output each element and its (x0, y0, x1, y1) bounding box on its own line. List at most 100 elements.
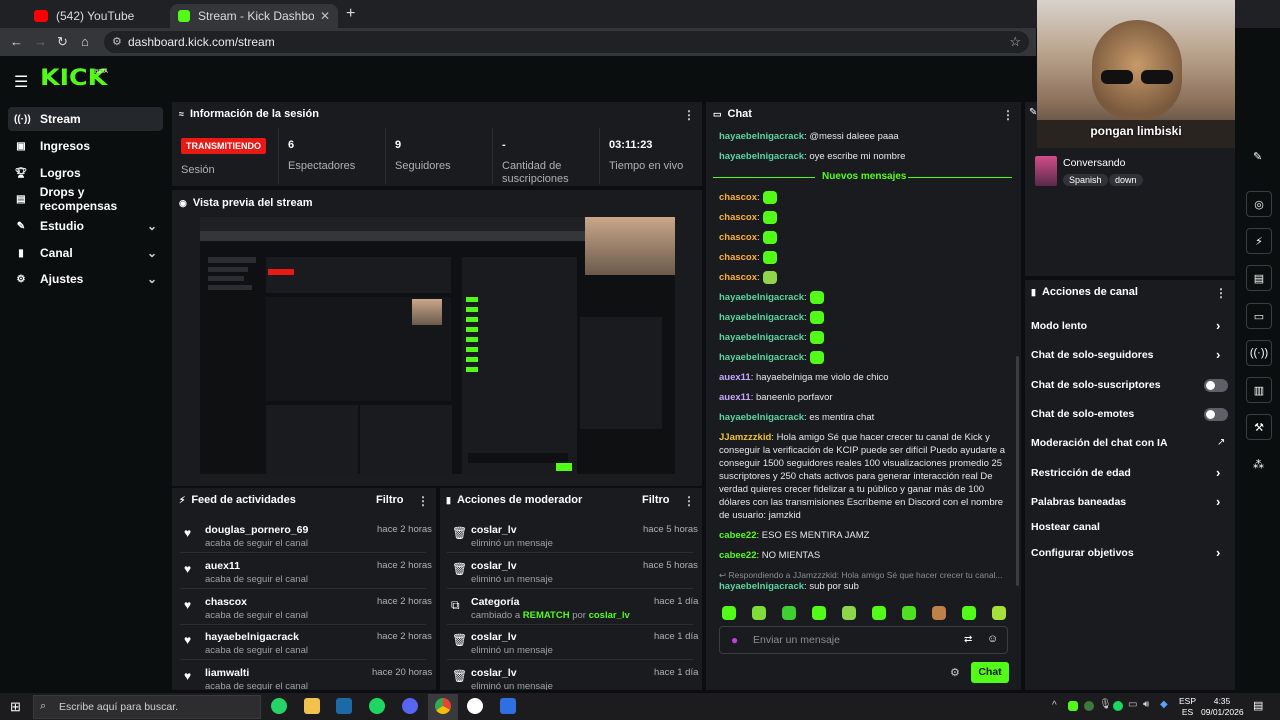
emotes-only-toggle[interactable] (1204, 408, 1228, 421)
chevron-right-icon[interactable]: › (1216, 494, 1220, 509)
emote-icon[interactable] (722, 606, 736, 620)
ai-moderation-option[interactable]: Moderación del chat con IA (1031, 437, 1231, 449)
bookmark-star-icon[interactable]: ☆ (1009, 34, 1021, 50)
broadcast-icon[interactable]: ((·)) (1246, 340, 1272, 366)
discord-icon[interactable] (402, 698, 418, 714)
chat-username[interactable]: chascox (719, 192, 757, 203)
chat-username[interactable]: hayaebelnigacrack (719, 292, 804, 303)
chat-username[interactable]: hayaebelnigacrack (719, 151, 804, 162)
emote-icon[interactable] (962, 606, 976, 620)
activity-user[interactable]: chascox (205, 596, 247, 608)
tray-app-icon[interactable]: ◆ (1160, 699, 1168, 710)
tray-app-icon[interactable] (1068, 701, 1078, 711)
chat-username[interactable]: cabee22 (719, 530, 757, 541)
url-input[interactable]: ⚙ dashboard.kick.com/stream ☆ (104, 31, 1029, 53)
microphone-icon[interactable]: 🎙︎ (1099, 699, 1112, 710)
layout-icon[interactable]: ▥ (1246, 377, 1272, 403)
emote-icon[interactable] (872, 606, 886, 620)
reload-icon[interactable]: ↻ (57, 34, 68, 50)
slow-mode-option[interactable]: Modo lento (1031, 320, 1231, 332)
sidebar-item-logros[interactable]: 🏆︎ Logros (8, 161, 163, 185)
menu-icon[interactable]: ☰ (14, 72, 28, 92)
spotify-tray-icon[interactable] (1113, 701, 1123, 711)
mod-filter-button[interactable]: Filtro (642, 494, 670, 506)
chat-settings-icon[interactable]: ⚙ (950, 666, 960, 679)
chat-username[interactable]: auex11 (719, 392, 751, 403)
chat-username[interactable]: hayaebelnigacrack (719, 332, 804, 343)
mod-user-link[interactable]: coslar_lv (589, 610, 630, 621)
bolt-icon[interactable]: ⚡︎ (1246, 228, 1272, 254)
wrench-icon[interactable]: ⚒ (1246, 414, 1272, 440)
chat-bubble-icon[interactable]: ▭ (1246, 303, 1272, 329)
forward-icon[interactable]: → (34, 34, 47, 49)
tab-kick-dashboard[interactable]: Stream - Kick Dashboard ✕ (170, 4, 338, 28)
chat-username[interactable]: hayaebelnigacrack (719, 352, 804, 363)
more-options-icon[interactable]: ⋮ (683, 494, 695, 508)
show-hidden-icons-icon[interactable]: ^ (1052, 700, 1057, 711)
activity-filter-button[interactable]: Filtro (376, 494, 404, 506)
chat-username[interactable]: chascox (719, 232, 757, 243)
chrome-icon[interactable] (435, 698, 451, 714)
more-options-icon[interactable]: ⋮ (1215, 286, 1227, 300)
emote-icon[interactable] (752, 606, 766, 620)
whatsapp-icon[interactable] (271, 698, 287, 714)
external-link-icon[interactable]: ↗ (1217, 437, 1225, 448)
chat-username[interactable]: chascox (719, 272, 757, 283)
home-icon[interactable]: ⌂ (81, 34, 89, 49)
tag-chip[interactable]: Spanish (1063, 174, 1108, 186)
more-options-icon[interactable]: ⋮ (417, 494, 429, 508)
sidebar-item-ajustes[interactable]: ⚙ Ajustes ⌄ (8, 267, 163, 291)
new-tab-icon[interactable]: + (346, 5, 355, 23)
mod-user[interactable]: coslar_lv (471, 524, 517, 536)
chevron-right-icon[interactable]: › (1216, 318, 1220, 333)
close-icon[interactable]: ✕ (320, 9, 330, 23)
network-icon[interactable]: ▭ (1128, 699, 1137, 710)
chat-username[interactable]: hayaebelnigacrack (719, 412, 804, 423)
chevron-right-icon[interactable]: › (1216, 545, 1220, 560)
chat-username[interactable]: hayaebelnigacrack (719, 312, 804, 323)
tab-youtube[interactable]: (542) YouTube ✕ (26, 4, 194, 28)
clipboard-icon[interactable]: ▤ (1246, 265, 1272, 291)
configure-goals-option[interactable]: Configurar objetivos (1031, 547, 1231, 559)
more-options-icon[interactable]: ⋮ (1002, 108, 1014, 122)
chat-username[interactable]: cabee22 (719, 550, 757, 561)
obs-icon[interactable] (467, 698, 483, 714)
emote-icon[interactable] (992, 606, 1006, 620)
more-options-icon[interactable]: ⋮ (683, 108, 695, 122)
spotify-icon[interactable] (369, 698, 385, 714)
emote-icon[interactable] (782, 606, 796, 620)
microphone-icon[interactable]: ● (731, 633, 738, 647)
clock[interactable]: 4:35 09/01/2026 (1201, 696, 1244, 718)
send-chat-button[interactable]: Chat (971, 662, 1009, 683)
chat-username[interactable]: chascox (719, 212, 757, 223)
category-thumbnail[interactable] (1035, 156, 1057, 186)
steam-icon[interactable] (336, 698, 352, 714)
emote-icon[interactable] (812, 606, 826, 620)
mod-user[interactable]: coslar_lv (471, 560, 517, 572)
notifications-icon[interactable]: ▤ (1253, 699, 1263, 712)
volume-icon[interactable]: 🔊︎ (1143, 699, 1149, 710)
subscribers-only-toggle[interactable] (1204, 379, 1228, 392)
mod-user[interactable]: coslar_lv (471, 631, 517, 643)
camera-icon[interactable]: ◎ (1246, 191, 1272, 217)
emote-icon[interactable] (842, 606, 856, 620)
app-icon[interactable] (500, 698, 516, 714)
tag-chip[interactable]: down (1109, 174, 1143, 186)
followers-only-option[interactable]: Chat de solo-seguidores (1031, 349, 1231, 361)
category-name[interactable]: REMATCH (523, 610, 570, 621)
emoji-icon[interactable]: ☺ (987, 633, 998, 645)
chat-username[interactable]: hayaebelnigacrack (719, 581, 804, 592)
activity-user[interactable]: liamwalti (205, 667, 249, 679)
file-explorer-icon[interactable] (304, 698, 320, 714)
chat-username[interactable]: auex11 (719, 372, 751, 383)
chat-username[interactable]: chascox (719, 252, 757, 263)
activity-user[interactable]: douglas_pornero_69 (205, 524, 308, 536)
dots-grid-icon[interactable]: ⁂ (1253, 458, 1264, 471)
tray-app-icon[interactable] (1084, 701, 1094, 711)
chevron-right-icon[interactable]: › (1216, 465, 1220, 480)
sidebar-item-drops[interactable]: ▤ Drops y recompensas (8, 185, 163, 213)
chat-scrollbar[interactable] (1016, 356, 1019, 586)
sidebar-item-canal[interactable]: ▮ Canal ⌄ (8, 241, 163, 265)
language-indicator[interactable]: ESP ES (1179, 696, 1196, 718)
chevron-right-icon[interactable]: › (1216, 347, 1220, 362)
